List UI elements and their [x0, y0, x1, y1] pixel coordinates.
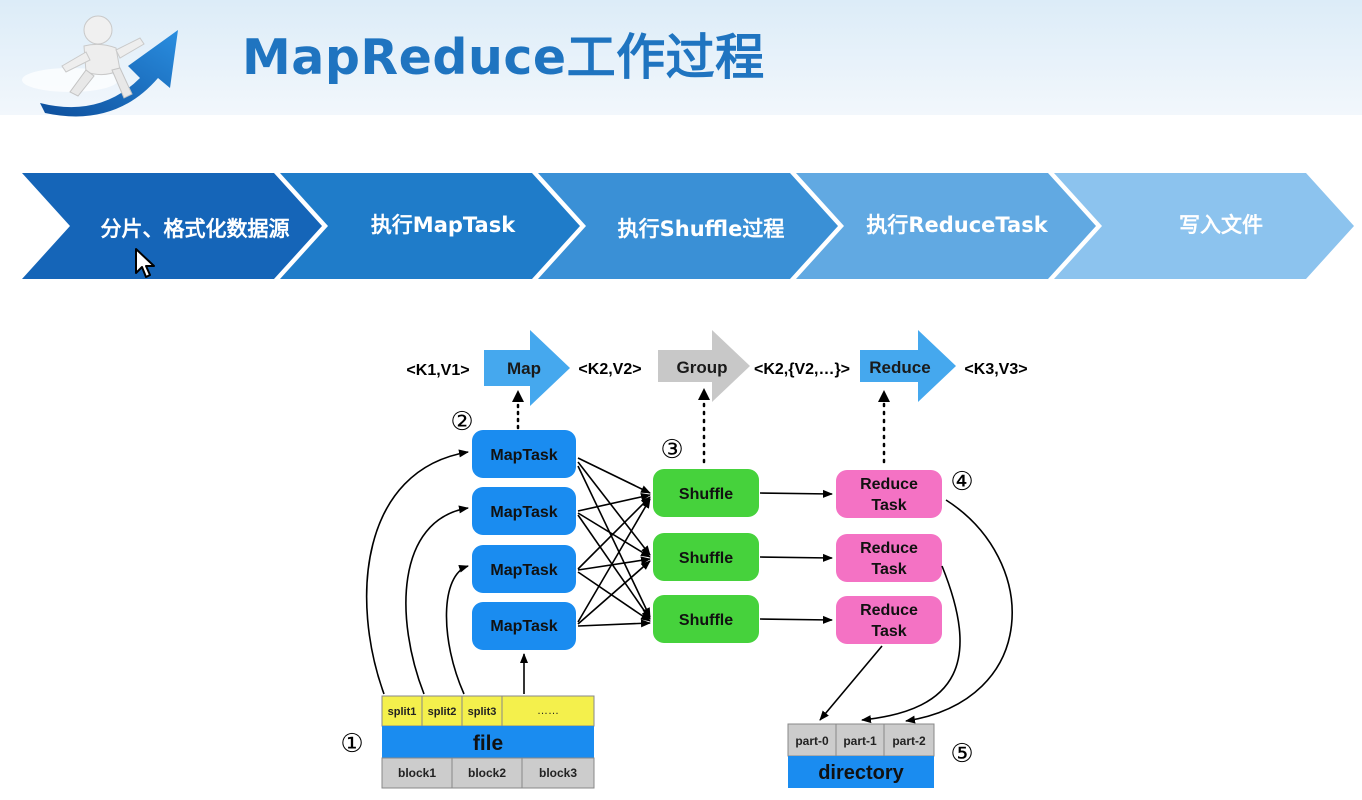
k2v2-label: <K2,V2> — [578, 361, 641, 378]
k3v3-label: <K3,V3> — [964, 361, 1027, 378]
reduce-task-label-2a: Reduce — [860, 540, 918, 557]
group-arrow-label: Group — [677, 358, 728, 377]
marker-1: ① — [340, 728, 363, 758]
marker-3: ③ — [660, 434, 683, 464]
split2-label: split2 — [428, 706, 457, 718]
split1-label: split1 — [388, 706, 417, 718]
file-label: file — [473, 732, 503, 755]
maptask-label-2: MapTask — [490, 504, 557, 521]
k2-vlist-label: <K2,{V2,…}> — [754, 361, 850, 378]
k1v1-label: <K1,V1> — [406, 362, 469, 379]
marker-5: ⑤ — [950, 738, 973, 768]
reduce-task-label-3a: Reduce — [860, 602, 918, 619]
directory-label: directory — [818, 762, 904, 784]
maptask-label-1: MapTask — [490, 447, 557, 464]
mapreduce-diagram: <K1,V1> Map <K2,V2> Group <K2,{V2,…}> Re… — [340, 330, 1028, 789]
block2-label: block2 — [468, 766, 506, 780]
split-more-label: …… — [537, 705, 559, 717]
part1-label: part-1 — [843, 734, 877, 748]
reduce-task-label-1a: Reduce — [860, 476, 918, 493]
block3-label: block3 — [539, 766, 577, 780]
map-to-shuffle-arrows — [577, 457, 651, 628]
reduce-arrow-label: Reduce — [869, 358, 930, 377]
part0-label: part-0 — [795, 734, 829, 748]
shuffle-label-3: Shuffle — [679, 612, 733, 629]
shuffle-label-1: Shuffle — [679, 486, 733, 503]
block1-label: block1 — [398, 766, 436, 780]
map-arrow-label: Map — [507, 359, 541, 378]
reduce-task-label-1b: Task — [871, 497, 906, 514]
marker-2: ② — [450, 406, 473, 436]
part2-label: part-2 — [892, 734, 926, 748]
shuffle-to-reduce-arrows — [759, 489, 833, 624]
maptask-label-4: MapTask — [490, 618, 557, 635]
reduce-task-label-3b: Task — [871, 623, 906, 640]
shuffle-label-2: Shuffle — [679, 550, 733, 567]
split3-label: split3 — [468, 706, 497, 718]
marker-4: ④ — [950, 466, 973, 496]
reduce-task-label-2b: Task — [871, 561, 906, 578]
maptask-label-3: MapTask — [490, 562, 557, 579]
